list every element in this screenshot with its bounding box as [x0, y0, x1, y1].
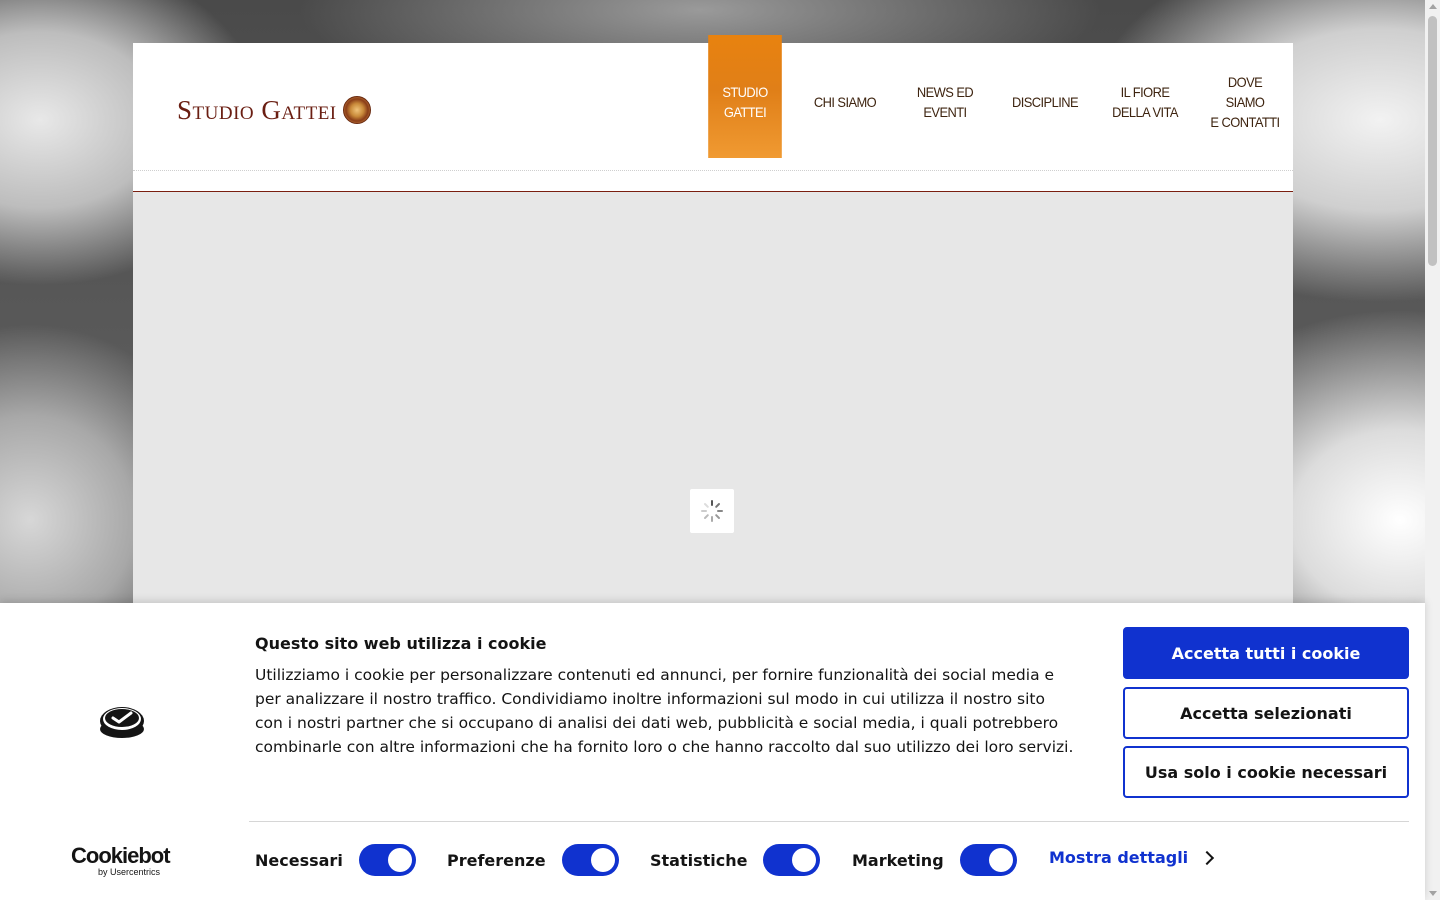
page-scrollbar[interactable]	[1425, 0, 1440, 900]
main-nav: Studio Gattei Chi siamo News ed eventi Dis…	[705, 35, 1305, 158]
show-details-link[interactable]: Mostra dettagli	[1049, 848, 1215, 867]
site-logo[interactable]: Studio Gattei	[177, 93, 371, 127]
nav-label-line1: Il fiore	[1120, 83, 1170, 100]
show-details-label: Mostra dettagli	[1049, 848, 1189, 867]
toggle-label: Statistiche	[650, 850, 748, 870]
toggle-necessari: Necessari	[255, 843, 416, 877]
switch-knob	[792, 848, 817, 872]
toggle-label: Marketing	[852, 850, 944, 870]
necessary-only-button[interactable]: Usa solo i cookie necessari	[1123, 746, 1409, 798]
site-header: Studio Gattei Studio Gattei Chi siamo New…	[133, 35, 1293, 192]
nav-label-line1: Chi siamo	[813, 93, 877, 110]
accept-all-cookies-button[interactable]: Accetta tutti i cookie	[1123, 627, 1409, 679]
scroll-down-arrow-icon[interactable]	[1429, 891, 1437, 896]
header-divider	[133, 170, 1293, 171]
nav-item-studio-gattei[interactable]: Studio Gattei	[708, 35, 782, 158]
toggle-marketing: Marketing	[852, 843, 1017, 877]
switch-knob	[590, 848, 615, 872]
toggle-preferenze: Preferenze	[447, 843, 619, 877]
toggle-statistiche: Statistiche	[650, 843, 821, 877]
toggle-label: Necessari	[255, 850, 343, 870]
switch-knob	[988, 848, 1013, 872]
logo-emblem-icon	[342, 96, 371, 124]
switch-knob	[387, 848, 412, 872]
nav-item-news-ed-eventi[interactable]: News ed eventi	[908, 35, 982, 158]
nav-label-line2: e contatti	[1210, 113, 1280, 130]
cookiebot-brand[interactable]: Cookiebot by Usercentrics	[71, 843, 171, 878]
preferenze-switch[interactable]	[561, 844, 619, 876]
nav-item-dove-siamo-e-contatti[interactable]: Dove siamo e contatti	[1208, 35, 1282, 158]
nav-label-line1: Dove siamo	[1225, 73, 1265, 110]
scrollbar-thumb[interactable]	[1428, 16, 1437, 266]
cookiebot-byline: by Usercentrics	[98, 867, 161, 877]
nav-item-discipline[interactable]: Discipline	[1008, 35, 1082, 158]
cookie-description: Utilizziamo i cookie per personalizzare …	[255, 666, 1074, 756]
scroll-up-arrow-icon[interactable]	[1429, 4, 1437, 9]
necessari-switch[interactable]	[358, 844, 416, 876]
loading-indicator	[690, 489, 734, 533]
cookiebot-name: Cookiebot	[71, 843, 171, 868]
nav-label-line1: News ed	[916, 83, 974, 100]
nav-item-il-fiore-della-vita[interactable]: Il fiore della vita	[1108, 35, 1182, 158]
cookie-title: Questo sito web utilizza i cookie	[255, 634, 547, 653]
logo-text: Studio Gattei	[177, 94, 337, 125]
cookiebot-logo-icon	[100, 707, 144, 738]
toggle-label: Preferenze	[447, 850, 546, 870]
nav-label-line1: Studio	[722, 83, 768, 100]
nav-item-chi-siamo[interactable]: Chi siamo	[808, 35, 882, 158]
statistiche-switch[interactable]	[763, 844, 821, 876]
nav-label-line2: della vita	[1112, 103, 1178, 120]
chevron-right-icon	[1200, 850, 1215, 865]
cookie-divider	[249, 821, 1409, 822]
nav-label-line2: eventi	[923, 103, 967, 120]
nav-label-line1: Discipline	[1011, 93, 1079, 110]
marketing-switch[interactable]	[959, 844, 1017, 876]
accept-selected-button[interactable]: Accetta selezionati	[1123, 687, 1409, 739]
nav-label-line2: Gattei	[723, 103, 767, 120]
spinner-icon	[701, 500, 723, 522]
